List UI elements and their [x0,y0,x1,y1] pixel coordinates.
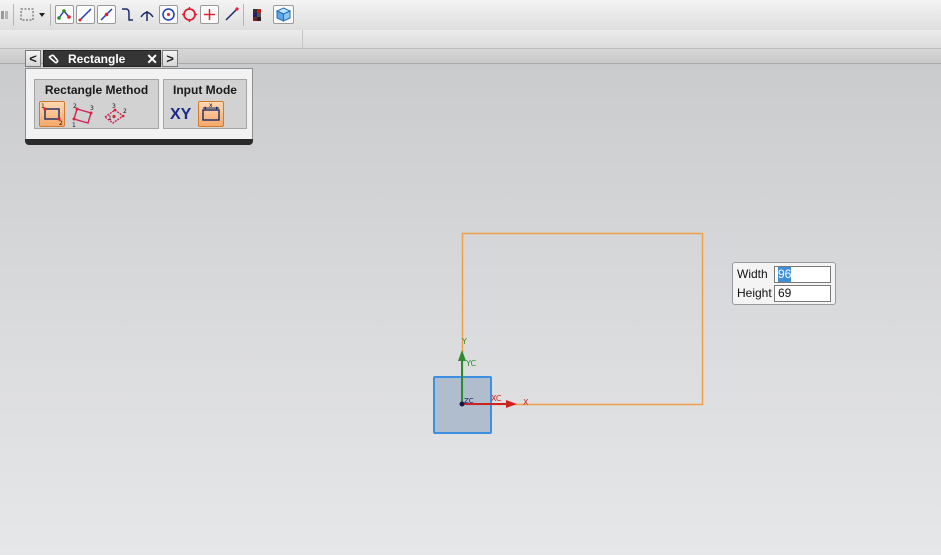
forward-button[interactable]: > [162,50,178,67]
rectangle-dialog: Rectangle Method 12 123 321 Input Mode X… [25,68,253,140]
svg-text:1: 1 [41,103,45,110]
svg-text:1: 1 [72,122,76,127]
svg-text:1: 1 [108,115,112,122]
svg-text:x: x [209,102,213,109]
xy-mode-button[interactable]: XY [170,106,191,124]
width-value: 96 [778,267,792,282]
dialog-title: Rectangle [68,52,126,66]
sketch-rectangle[interactable] [461,232,704,406]
svg-text:2: 2 [123,108,127,115]
axis-x-label: X [523,398,529,407]
back-button[interactable]: < [25,50,41,67]
svg-text:2: 2 [73,103,77,110]
height-row: Height 69 [733,285,835,302]
axis-y-label: Y [461,337,467,346]
svg-text:3: 3 [112,103,116,110]
rectangle-method-group: Rectangle Method 12 123 321 [34,79,159,129]
svg-text:2: 2 [59,120,63,126]
height-input[interactable]: 69 [774,285,831,302]
height-label: Height [737,286,772,300]
svg-text:3: 3 [90,105,94,112]
parameter-mode-icon[interactable]: x [198,101,224,127]
axis-xc-label: XC [491,394,502,403]
width-row: Width 96 [733,266,835,283]
rectangle-method-label: Rectangle Method [44,83,149,97]
input-mode-label: Input Mode [173,83,237,97]
three-point-rectangle-icon[interactable]: 1 2 3 [69,101,95,127]
width-label: Width [737,267,768,281]
center-rectangle-icon[interactable]: 32 1 [101,101,127,127]
dialog-footer-bar [25,139,253,145]
input-mode-group: Input Mode XY x [163,79,247,129]
height-value: 69 [778,286,792,300]
axis-yc-label: YC [465,359,476,368]
two-point-rectangle-icon[interactable]: 12 [39,101,65,127]
width-input[interactable]: 96 [774,266,831,283]
x-axis-arrow [506,400,517,408]
y-axis-arrow [458,350,466,361]
dialog-title-bar[interactable]: Rectangle ✕ [43,50,161,67]
close-button[interactable]: ✕ [146,51,158,68]
axis-zc-label: ZC [464,397,474,405]
dynamic-input-box: Width 96 Height 69 [732,262,836,305]
